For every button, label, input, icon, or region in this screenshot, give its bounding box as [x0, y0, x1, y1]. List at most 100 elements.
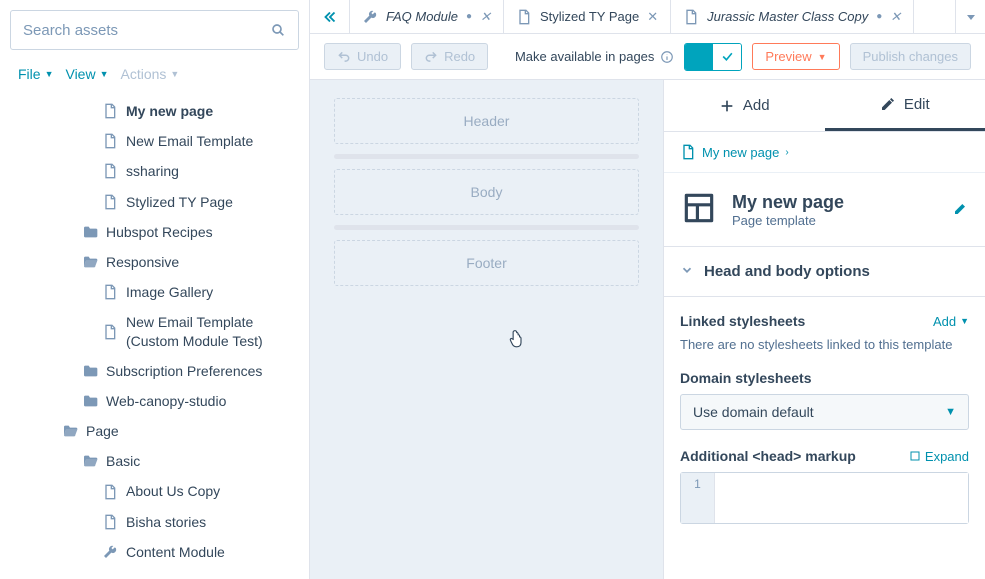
- file-icon: [102, 514, 118, 530]
- tree-folder[interactable]: Responsive: [0, 247, 309, 277]
- file-icon: [516, 9, 532, 25]
- pencil-icon: [880, 96, 896, 112]
- tree-item-label: Subscription Preferences: [106, 362, 262, 380]
- search-icon: [270, 22, 286, 38]
- tab-label: Stylized TY Page: [540, 9, 639, 24]
- tree-item-label: Bisha stories: [126, 513, 206, 531]
- tree-file[interactable]: About Us Copy: [0, 476, 309, 506]
- file-icon: [683, 9, 699, 25]
- tree-item-label: New Email Template (Custom Module Test): [126, 313, 301, 349]
- expand-head-button[interactable]: Expand: [909, 449, 969, 464]
- head-markup-label: Additional <head> markup: [680, 448, 856, 464]
- section-head-body[interactable]: Head and body options: [664, 247, 985, 297]
- wrench-icon: [102, 544, 118, 560]
- domain-stylesheets-select[interactable]: Use domain default ▼: [680, 394, 969, 430]
- row-divider[interactable]: [334, 154, 639, 159]
- edit-title-button[interactable]: [953, 200, 969, 219]
- search-input[interactable]: [23, 22, 270, 39]
- plus-icon: [719, 98, 735, 114]
- add-stylesheet-button[interactable]: Add▼: [933, 314, 969, 329]
- file-icon: [102, 484, 118, 500]
- tab-label: Jurassic Master Class Copy: [707, 9, 868, 24]
- toolbar: Undo Redo Make available in pages Previe…: [310, 34, 985, 80]
- tree-folder[interactable]: Basic: [0, 446, 309, 476]
- tree-folder[interactable]: Subscription Preferences: [0, 356, 309, 386]
- preview-button[interactable]: Preview ▼: [752, 43, 839, 70]
- breadcrumb[interactable]: My new page ›: [664, 132, 985, 173]
- panel-tab-edit[interactable]: Edit: [825, 80, 985, 131]
- head-markup-input[interactable]: [715, 473, 968, 523]
- folder-open-icon: [82, 254, 98, 270]
- dirty-indicator: ●: [466, 12, 472, 22]
- tab[interactable]: Stylized TY Page ✕: [504, 0, 671, 33]
- tree-item-label: Page: [86, 422, 119, 440]
- asset-tree: My new page New Email Template ssharing Sty…: [0, 92, 309, 579]
- tree-file[interactable]: New Email Template (Custom Module Test): [0, 307, 309, 355]
- tab[interactable]: Jurassic Master Class Copy●✕: [671, 0, 914, 33]
- tree-item-label: Hubspot Recipes: [106, 223, 213, 241]
- tree-file[interactable]: Image Gallery: [0, 277, 309, 307]
- menu-file[interactable]: File▼: [14, 64, 57, 84]
- row-divider[interactable]: [334, 225, 639, 230]
- tree-folder[interactable]: Web-canopy-studio: [0, 386, 309, 416]
- tree-file[interactable]: New Email Template: [0, 126, 309, 156]
- slot-header[interactable]: Header: [334, 98, 639, 144]
- menu-actions: Actions▼: [117, 64, 184, 84]
- close-tab-button[interactable]: ✕: [480, 9, 491, 25]
- folder-open-icon: [82, 453, 98, 469]
- head-markup-editor[interactable]: 1: [680, 472, 969, 524]
- chevron-right-icon: ›: [785, 147, 788, 158]
- tab[interactable]: FAQ Module●✕: [350, 0, 504, 33]
- tree-item-label: New Email Template: [126, 132, 253, 150]
- collapse-sidebar-button[interactable]: [310, 0, 350, 33]
- page-subtitle: Page template: [732, 213, 939, 228]
- layout-icon: [680, 189, 718, 230]
- close-tab-button[interactable]: ✕: [647, 9, 658, 25]
- tree-item-label: Web-canopy-studio: [106, 392, 226, 410]
- linked-stylesheets-label: Linked stylesheets: [680, 313, 805, 329]
- availability-toggle[interactable]: [684, 43, 742, 71]
- domain-stylesheets-label: Domain stylesheets: [680, 370, 969, 386]
- file-icon: [102, 103, 118, 119]
- tree-file[interactable]: ssharing: [0, 156, 309, 186]
- toggle-off[interactable]: [713, 44, 741, 70]
- right-panel: Add Edit My new page ›: [663, 80, 985, 579]
- redo-button: Redo: [411, 43, 488, 70]
- folder-open-icon: [62, 423, 78, 439]
- linked-stylesheets-help: There are no stylesheets linked to this …: [680, 337, 969, 352]
- tree-item-label: Basic: [106, 452, 140, 470]
- tree-file[interactable]: My new page: [0, 96, 309, 126]
- folder-icon: [82, 363, 98, 379]
- file-icon: [102, 133, 118, 149]
- sidebar: File▼ View▼ Actions▼ My new page New Emai…: [0, 0, 310, 579]
- folder-icon: [82, 224, 98, 240]
- menu-view[interactable]: View▼: [61, 64, 112, 84]
- tree-item-label: Content Module: [126, 543, 225, 561]
- undo-button: Undo: [324, 43, 401, 70]
- tree-folder[interactable]: Hubspot Recipes: [0, 217, 309, 247]
- toggle-on[interactable]: [685, 44, 713, 70]
- tree-file[interactable]: Content Module: [0, 537, 309, 567]
- tree-file[interactable]: Stylized TY Page: [0, 187, 309, 217]
- tree-file[interactable]: Bisha stories: [0, 507, 309, 537]
- tab-overflow-button[interactable]: [955, 0, 985, 33]
- chevron-down-icon: [680, 263, 694, 280]
- file-icon: [102, 163, 118, 179]
- tree-item-label: About Us Copy: [126, 482, 220, 500]
- file-icon: [102, 194, 118, 210]
- tree-item-label: Image Gallery: [126, 283, 213, 301]
- panel-tab-add[interactable]: Add: [664, 80, 825, 131]
- tree-item-label: Responsive: [106, 253, 179, 271]
- slot-footer[interactable]: Footer: [334, 240, 639, 286]
- tree-folder[interactable]: Page: [0, 416, 309, 446]
- tabbar: FAQ Module●✕Stylized TY Page✕Jurassic Ma…: [310, 0, 985, 34]
- available-label: Make available in pages: [515, 49, 674, 64]
- tree-item-label: Stylized TY Page: [126, 193, 233, 211]
- canvas[interactable]: Header Body Footer: [310, 80, 663, 579]
- tree-item-label: My new page: [126, 102, 213, 120]
- slot-body[interactable]: Body: [334, 169, 639, 215]
- publish-button: Publish changes: [850, 43, 971, 70]
- search-box[interactable]: [10, 10, 299, 50]
- close-tab-button[interactable]: ✕: [890, 9, 901, 25]
- code-gutter: 1: [681, 473, 715, 523]
